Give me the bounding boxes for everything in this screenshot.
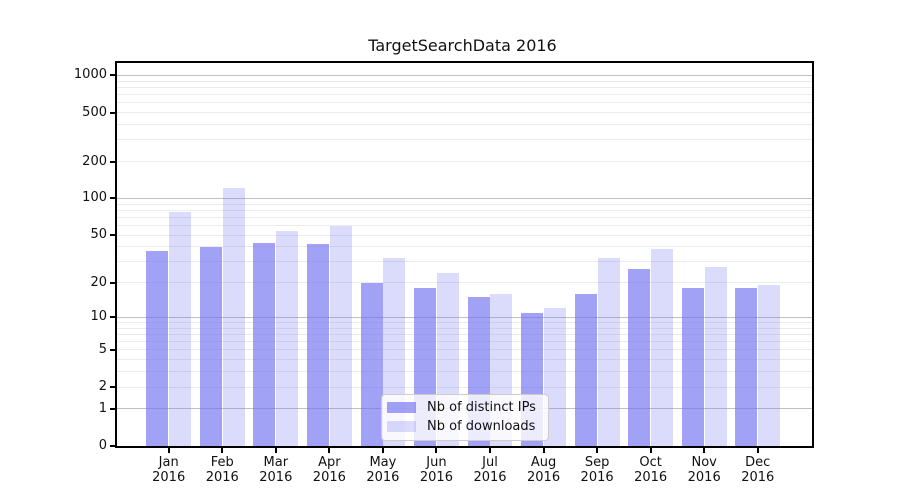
y-tick-mark (110, 408, 115, 410)
gridline-minor (117, 139, 812, 140)
bar-distinct-ips-sep (575, 294, 597, 446)
gridline-minor (117, 161, 812, 162)
y-tick-label: 1 (47, 401, 107, 417)
y-tick-mark (110, 234, 115, 236)
legend-swatch-distinct-ips (387, 402, 416, 413)
bar-downloads-apr (330, 226, 352, 446)
legend-item-distinct-ips: Nb of distinct IPs (387, 398, 542, 417)
x-tick-mark (543, 448, 545, 453)
gridline-minor (117, 81, 812, 82)
x-tick-mark (168, 448, 170, 453)
y-tick-mark (110, 386, 115, 388)
gridline-minor (117, 204, 812, 205)
x-tick-mark (382, 448, 384, 453)
x-tick-label: Jan2016 (137, 455, 201, 485)
bar-downloads-mar (276, 231, 298, 446)
y-tick-label: 100 (47, 190, 107, 206)
bar-downloads-dec (758, 285, 780, 446)
bar-distinct-ips-apr (307, 244, 329, 446)
y-tick-label: 20 (47, 275, 107, 291)
x-tick-mark (703, 448, 705, 453)
bar-distinct-ips-mar (253, 243, 275, 446)
y-tick-mark (110, 282, 115, 284)
bar-downloads-oct (651, 249, 673, 446)
bar-distinct-ips-nov (682, 288, 704, 446)
y-tick-mark (110, 112, 115, 114)
bar-downloads-jan (169, 212, 191, 446)
legend-swatch-downloads (387, 421, 416, 432)
gridline-major (117, 75, 812, 76)
gridline-major (117, 198, 812, 199)
y-tick-mark (110, 445, 115, 447)
y-tick-label: 2 (47, 379, 107, 395)
legend-item-downloads: Nb of downloads (387, 417, 542, 436)
legend-label-distinct-ips: Nb of distinct IPs (427, 400, 536, 415)
bar-downloads-feb (223, 188, 245, 446)
y-tick-mark (110, 349, 115, 351)
gridline-minor (117, 225, 812, 226)
x-tick-mark (757, 448, 759, 453)
y-tick-label: 500 (47, 105, 107, 121)
y-tick-label: 5 (47, 342, 107, 358)
gridline-minor (117, 112, 812, 113)
gridline-minor (117, 124, 812, 125)
x-tick-year: 2016 (137, 470, 201, 485)
x-tick-mark (650, 448, 652, 453)
x-tick-mark (489, 448, 491, 453)
y-tick-mark (110, 74, 115, 76)
bar-distinct-ips-may (361, 283, 383, 446)
chart-figure: TargetSearchData 2016 Dec2016Nov2016Oct2… (0, 0, 900, 500)
legend: Nb of distinct IPs Nb of downloads (381, 394, 549, 441)
bar-distinct-ips-jan (146, 251, 168, 446)
bar-distinct-ips-feb (200, 247, 222, 446)
y-tick-label: 200 (47, 154, 107, 170)
gridline-minor (117, 102, 812, 103)
plot-area: Dec2016Nov2016Oct2016Sep2016Aug2016Jul20… (115, 61, 814, 448)
gridline-minor (117, 87, 812, 88)
legend-label-downloads: Nb of downloads (427, 419, 535, 434)
x-tick-mark (596, 448, 598, 453)
y-tick-label: 50 (47, 227, 107, 243)
y-tick-mark (110, 316, 115, 318)
chart-title: TargetSearchData 2016 (115, 36, 810, 55)
y-tick-label: 10 (47, 309, 107, 325)
gridline-minor (117, 217, 812, 218)
x-tick-month: Jan (137, 455, 201, 470)
y-tick-mark (110, 161, 115, 163)
y-tick-label: 0 (47, 438, 107, 454)
bar-downloads-nov (705, 267, 727, 446)
y-tick-label: 1000 (47, 67, 107, 83)
gridline-minor (117, 210, 812, 211)
x-tick-mark (221, 448, 223, 453)
x-tick-mark (435, 448, 437, 453)
bar-downloads-sep (598, 258, 620, 446)
bar-distinct-ips-oct (628, 269, 650, 446)
x-tick-mark (328, 448, 330, 453)
bar-distinct-ips-dec (735, 288, 757, 446)
gridline-minor (117, 235, 812, 236)
gridline-minor (117, 94, 812, 95)
x-tick-mark (275, 448, 277, 453)
y-tick-mark (110, 197, 115, 199)
